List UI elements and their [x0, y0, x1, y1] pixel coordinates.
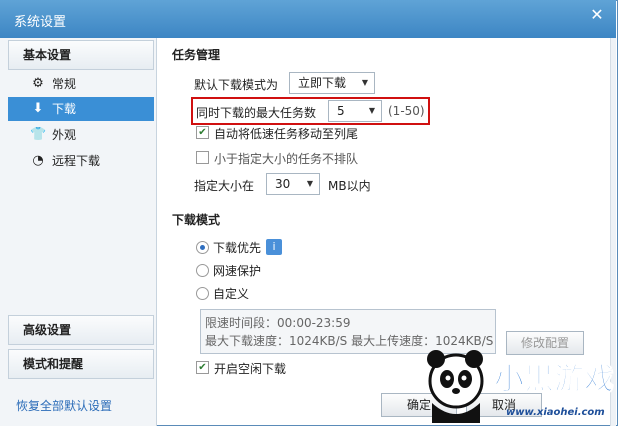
- size-unit: MB以内: [328, 179, 371, 193]
- chevron-down-icon: ▼: [361, 78, 368, 87]
- download-icon: ⬇: [32, 101, 44, 116]
- radio-speed-protect[interactable]: [196, 264, 209, 277]
- info-line-time: 限速时间段：00:00-23:59: [205, 316, 351, 330]
- sidebar-item-label: 远程下载: [52, 154, 101, 168]
- radio-label: 自定义: [213, 287, 250, 301]
- info-icon[interactable]: i: [266, 239, 282, 255]
- close-icon[interactable]: ✕: [584, 4, 610, 26]
- gear-icon: ⚙: [32, 76, 44, 91]
- sidebar-item-label: 下载: [52, 102, 77, 116]
- idle-download-label: 开启空闲下载: [214, 362, 287, 376]
- sidebar: 基本设置 ⚙ 常规 ⬇ 下载 👕 外观 ◔ 远程下载 高级设置 模式和提醒: [0, 38, 157, 426]
- sidebar-item-label: 外观: [52, 128, 77, 142]
- max-tasks-value: 5: [337, 104, 345, 118]
- window-title: 系统设置: [14, 15, 67, 30]
- default-mode-select[interactable]: 立即下载 ▼: [289, 72, 375, 94]
- size-label: 指定大小在: [194, 179, 255, 193]
- sidebar-item-download[interactable]: ⬇ 下载: [8, 97, 154, 121]
- size-value: 30: [275, 177, 291, 191]
- chevron-down-icon: ▼: [306, 179, 313, 188]
- move-slow-label: 自动将低速任务移动至列尾: [214, 127, 359, 141]
- mode-section-heading: 下载模式: [172, 213, 221, 227]
- sidebar-header-mode[interactable]: 模式和提醒: [8, 349, 154, 379]
- idle-download-checkbox[interactable]: ✔: [196, 361, 209, 374]
- radio-label: 下载优先: [213, 241, 262, 255]
- no-queue-small-checkbox[interactable]: [196, 151, 209, 164]
- default-mode-value: 立即下载: [298, 76, 347, 90]
- sidebar-item-appearance[interactable]: 👕 外观: [8, 123, 154, 147]
- reset-defaults-link[interactable]: 恢复全部默认设置: [16, 397, 112, 414]
- sidebar-item-remote[interactable]: ◔ 远程下载: [8, 149, 154, 173]
- move-slow-checkbox[interactable]: ✔: [196, 126, 209, 139]
- radio-label: 网速保护: [213, 264, 262, 278]
- max-tasks-select[interactable]: 5 ▼: [328, 100, 382, 122]
- radio-download-priority[interactable]: [196, 241, 209, 254]
- radio-custom[interactable]: [196, 287, 209, 300]
- no-queue-small-label: 小于指定大小的任务不排队: [214, 152, 359, 166]
- default-mode-label: 默认下载模式为: [194, 78, 279, 92]
- max-tasks-label: 同时下载的最大任务数: [196, 106, 317, 120]
- max-tasks-range: (1-50): [388, 104, 425, 118]
- sidebar-item-general[interactable]: ⚙ 常规: [8, 72, 154, 96]
- sidebar-header-advanced[interactable]: 高级设置: [8, 315, 154, 345]
- task-section-heading: 任务管理: [172, 48, 221, 62]
- xiaohei-watermark-logo: 小黑游戏 www.xiaohei.com: [420, 345, 616, 425]
- logo-brand-text: 小黑游戏: [494, 362, 614, 397]
- sidebar-header-basic[interactable]: 基本设置: [8, 40, 154, 70]
- remote-icon: ◔: [32, 153, 44, 168]
- logo-url-text: www.xiaohei.com: [506, 407, 605, 418]
- shirt-icon: 👕: [30, 127, 47, 142]
- size-select[interactable]: 30 ▼: [266, 173, 320, 195]
- title-bar[interactable]: 系统设置 ✕: [0, 0, 616, 38]
- sidebar-item-label: 常规: [52, 77, 77, 91]
- chevron-down-icon: ▼: [368, 106, 375, 115]
